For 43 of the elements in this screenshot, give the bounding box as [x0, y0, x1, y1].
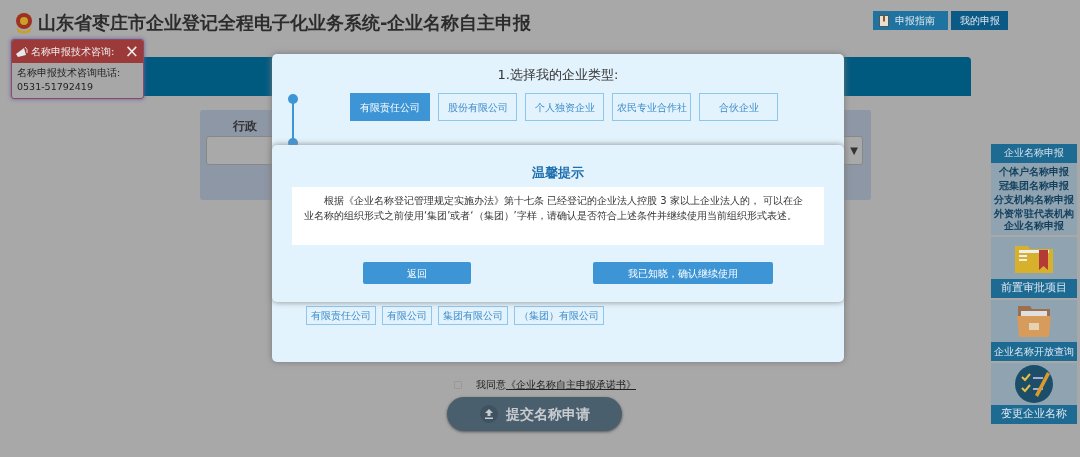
popup-title: 名称申报技术咨询:	[31, 45, 115, 59]
file-box-icon	[1016, 304, 1052, 338]
close-button[interactable]: ×	[124, 43, 139, 60]
org-form-tag[interactable]: （集团）有限公司	[514, 306, 604, 325]
upload-icon	[479, 405, 498, 423]
org-form-tag[interactable]: 有限责任公司	[306, 306, 376, 325]
tile-label: 企业名称开放查询	[991, 342, 1077, 361]
type-tab[interactable]: 个人独资企业	[525, 93, 604, 121]
checklist-icon	[1014, 364, 1054, 404]
sidebar-link[interactable]: 冠集团名称申报	[997, 179, 1071, 193]
notice-title: 温馨提示	[531, 164, 585, 182]
org-form-tag[interactable]: 有限公司	[382, 306, 432, 325]
org-form-tag[interactable]: 集团有限公司	[438, 306, 508, 325]
popup-text: 0531-51792419	[17, 80, 94, 94]
submit-button[interactable]: 提交名称申请	[447, 397, 622, 431]
agree-text: 我同意	[476, 379, 506, 390]
sidebar-tile[interactable]: 变更企业名称	[991, 363, 1077, 424]
header-button[interactable]: 申报指南	[873, 11, 948, 30]
notice-message: 根据《企业名称登记管理规定实施办法》第十七条 已经登记的企业法人控股 3 家以上企业法人的， 可以在企业名称的组织形式之前使用‘集团’或者‘（集团）’字样，请确认是否符合上述条件并继续使用当前组织形式表述。	[292, 187, 824, 245]
confirm-button[interactable]: 我已知晓，确认继续使用	[593, 262, 773, 284]
tile-label: 前置审批项目	[991, 279, 1077, 298]
sidebar-tile[interactable]: 前置审批项目	[991, 237, 1077, 298]
field-label: 行政	[233, 118, 257, 135]
type-tab[interactable]: 农民专业合作社	[612, 93, 691, 121]
sidebar-link[interactable]: 个体户名称申报	[997, 165, 1071, 179]
book-icon	[879, 14, 889, 27]
type-tab[interactable]: 股份有限公司	[438, 93, 517, 121]
megaphone-icon	[15, 44, 29, 59]
page-title: 山东省枣庄市企业登记全程电子化业务系统-企业名称自主申报	[38, 11, 532, 35]
tile-label: 变更企业名称	[991, 405, 1077, 424]
sidebar-title: 企业名称申报	[991, 144, 1077, 163]
agreement-link[interactable]: 《企业名称自主申报承诺书》	[506, 379, 636, 390]
emblem-icon	[14, 11, 34, 34]
back-button[interactable]: 返回	[363, 262, 471, 284]
type-tab[interactable]: 合伙企业	[699, 93, 778, 121]
type-tab[interactable]: 有限责任公司	[350, 93, 430, 121]
dropdown-arrow: ▼	[850, 144, 858, 158]
popup-text: 名称申报技术咨询电话:	[17, 66, 122, 80]
header-button[interactable]: 我的申报	[951, 11, 1008, 30]
sidebar-tile[interactable]: 企业名称开放查询	[991, 300, 1077, 361]
dialog-title: 1.选择我的企业类型:	[496, 66, 620, 84]
sidebar-link[interactable]: 外资常驻代表机构企业名称申报	[991, 207, 1077, 233]
sidebar-link[interactable]: 分支机构名称申报	[992, 193, 1076, 207]
